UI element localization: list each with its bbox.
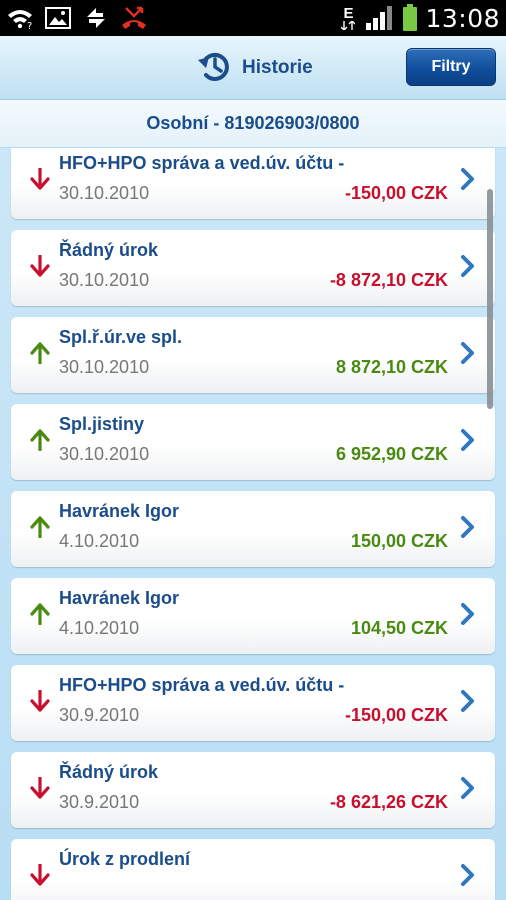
network-type-label: E bbox=[343, 5, 354, 22]
transaction-date: 30.10.2010 bbox=[59, 270, 150, 290]
transaction-title: Havránek Igor bbox=[59, 588, 180, 608]
app-header: Historie Filtry bbox=[0, 36, 506, 100]
arrow-down-icon bbox=[30, 689, 50, 712]
arrow-up-icon bbox=[30, 516, 50, 539]
filter-button[interactable]: Filtry bbox=[406, 48, 496, 86]
transaction-item[interactable]: Úrok z prodlení bbox=[11, 839, 495, 900]
transaction-item[interactable]: Řádný úrok 30.9.2010 -8 621,26 CZK bbox=[11, 752, 495, 828]
transaction-amount: -8 621,26 CZK bbox=[329, 792, 448, 812]
missed-call-icon bbox=[120, 4, 148, 32]
chevron-right-icon bbox=[460, 689, 476, 713]
scrollbar[interactable] bbox=[487, 189, 493, 409]
chevron-right-icon bbox=[460, 254, 476, 278]
sync-icon bbox=[82, 4, 110, 32]
arrow-down-icon bbox=[30, 167, 50, 190]
chevron-right-icon bbox=[460, 341, 476, 365]
arrow-down-icon bbox=[30, 776, 50, 799]
transaction-title: HFO+HPO správa a ved.úv. účtu - bbox=[59, 675, 345, 695]
chevron-right-icon bbox=[460, 515, 476, 539]
transaction-item[interactable]: Havránek Igor 4.10.2010 104,50 CZK bbox=[11, 578, 495, 654]
transaction-amount: 150,00 CZK bbox=[350, 531, 448, 551]
transaction-title: Řádný úrok bbox=[59, 762, 159, 782]
arrow-up-icon bbox=[30, 342, 50, 365]
transaction-date: 4.10.2010 bbox=[59, 618, 140, 638]
svg-text:?: ? bbox=[27, 21, 32, 30]
battery-icon bbox=[401, 4, 419, 32]
transaction-amount: -150,00 CZK bbox=[344, 183, 448, 203]
transaction-amount: 104,50 CZK bbox=[350, 618, 448, 638]
transaction-date: 30.9.2010 bbox=[59, 705, 140, 725]
chevron-right-icon bbox=[460, 863, 476, 887]
transaction-title: Spl.ř.úr.ve spl. bbox=[59, 327, 183, 347]
transaction-title: Spl.jistiny bbox=[59, 414, 145, 434]
status-bar-left: ? bbox=[6, 4, 148, 32]
transaction-title: HFO+HPO správa a ved.úv. účtu - bbox=[59, 153, 345, 173]
status-bar: ? E 13:08 bbox=[0, 0, 506, 36]
account-bar[interactable]: Osobní - 819026903/0800 bbox=[0, 100, 506, 148]
gallery-icon bbox=[44, 4, 72, 32]
transaction-title: Úrok z prodlení bbox=[59, 849, 191, 869]
header-title-group: Historie bbox=[196, 48, 313, 88]
transaction-item[interactable]: HFO+HPO správa a ved.úv. účtu - 30.10.20… bbox=[11, 148, 495, 219]
arrow-up-icon bbox=[30, 429, 50, 452]
chevron-right-icon bbox=[460, 428, 476, 452]
transaction-title: Havránek Igor bbox=[59, 501, 180, 521]
transaction-date: 30.10.2010 bbox=[59, 357, 150, 377]
arrow-down-icon bbox=[30, 254, 50, 277]
transaction-amount: 6 952,90 CZK bbox=[335, 444, 448, 464]
transaction-list[interactable]: HFO+HPO správa a ved.úv. účtu - 30.10.20… bbox=[0, 148, 506, 900]
arrow-down-icon bbox=[30, 863, 50, 886]
transaction-date: 30.9.2010 bbox=[59, 792, 140, 812]
transaction-amount: -8 872,10 CZK bbox=[329, 270, 448, 290]
transaction-item[interactable]: Řádný úrok 30.10.2010 -8 872,10 CZK bbox=[11, 230, 495, 306]
data-network-icon: E bbox=[339, 4, 357, 32]
transaction-amount: 8 872,10 CZK bbox=[335, 357, 448, 377]
status-time: 13:08 bbox=[425, 3, 500, 33]
transaction-date: 30.10.2010 bbox=[59, 444, 150, 464]
arrow-up-icon bbox=[30, 603, 50, 626]
chevron-right-icon bbox=[460, 776, 476, 800]
transaction-item[interactable]: Havránek Igor 4.10.2010 150,00 CZK bbox=[11, 491, 495, 567]
transaction-title: Řádný úrok bbox=[59, 240, 159, 260]
page-title: Historie bbox=[242, 57, 313, 78]
transaction-item[interactable]: Spl.ř.úr.ve spl. 30.10.2010 8 872,10 CZK bbox=[11, 317, 495, 393]
status-bar-right: E 13:08 bbox=[339, 0, 500, 36]
history-icon bbox=[196, 48, 232, 89]
transaction-amount: -150,00 CZK bbox=[344, 705, 448, 725]
transaction-item[interactable]: HFO+HPO správa a ved.úv. účtu - 30.9.201… bbox=[11, 665, 495, 741]
account-label: Osobní - 819026903/0800 bbox=[146, 113, 360, 133]
signal-strength-icon bbox=[363, 4, 395, 32]
wifi-alert-icon: ? bbox=[6, 4, 34, 32]
chevron-right-icon bbox=[460, 602, 476, 626]
transaction-date: 30.10.2010 bbox=[59, 183, 150, 203]
chevron-right-icon bbox=[460, 167, 476, 191]
transaction-date: 4.10.2010 bbox=[59, 531, 140, 551]
transaction-item[interactable]: Spl.jistiny 30.10.2010 6 952,90 CZK bbox=[11, 404, 495, 480]
